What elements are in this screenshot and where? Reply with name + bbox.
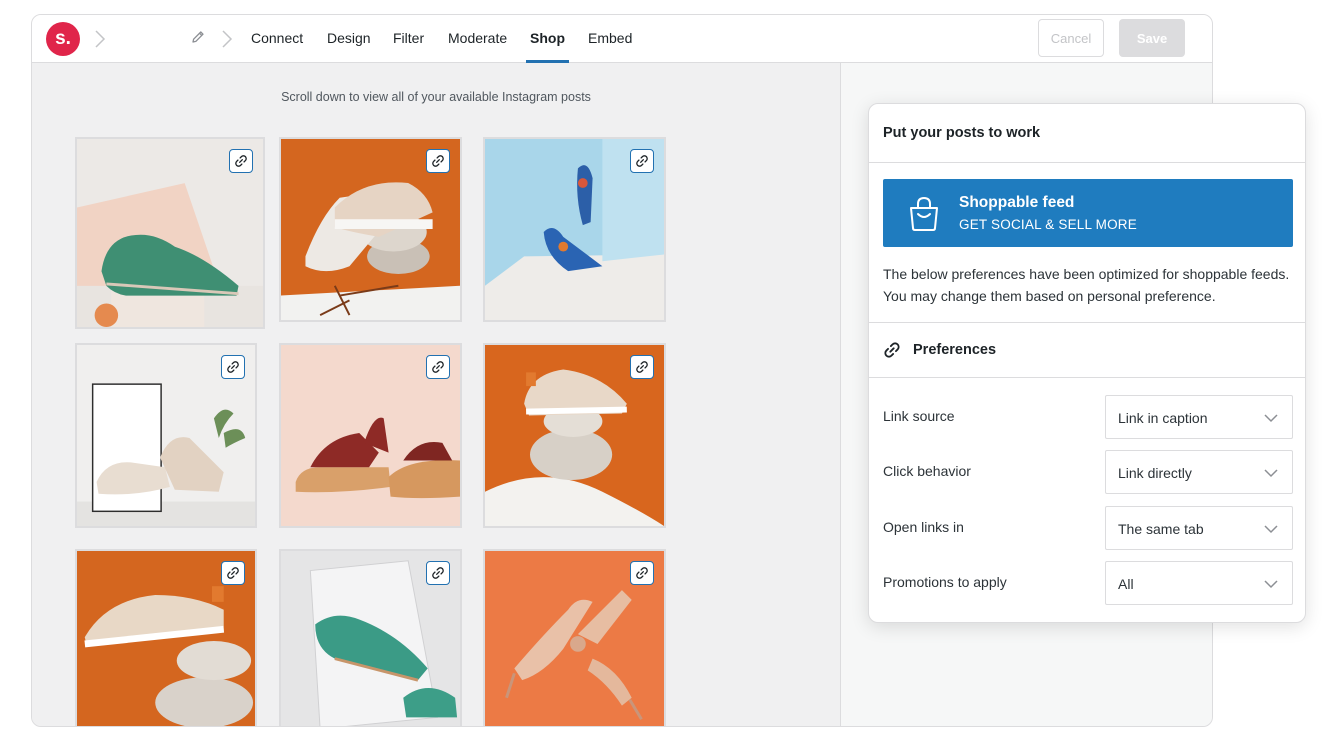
- chevron-down-icon: [1264, 525, 1278, 534]
- instagram-post[interactable]: [279, 549, 462, 726]
- shoppable-feed-subtitle: GET SOCIAL & SELL MORE: [959, 217, 1137, 232]
- instagram-post[interactable]: [483, 549, 666, 726]
- cancel-button[interactable]: Cancel: [1038, 19, 1104, 57]
- instagram-post[interactable]: [279, 137, 462, 322]
- link-icon[interactable]: [630, 149, 654, 173]
- preferences-header: Preferences: [883, 341, 996, 359]
- link-icon[interactable]: [221, 561, 245, 585]
- open-links-label: Open links in: [883, 519, 964, 535]
- shop-settings-panel: Put your posts to work Shoppable feed GE…: [868, 103, 1306, 623]
- scroll-hint: Scroll down to view all of your availabl…: [281, 90, 591, 104]
- click-behavior-value: Link directly: [1118, 465, 1192, 481]
- instagram-post[interactable]: [75, 343, 257, 528]
- preferences-title: Preferences: [913, 342, 997, 358]
- link-icon[interactable]: [630, 561, 654, 585]
- click-behavior-label: Click behavior: [883, 463, 971, 479]
- top-navigation-bar: s. Connect Design Filter Moderate Shop E…: [32, 15, 1212, 63]
- tab-moderate[interactable]: Moderate: [448, 30, 507, 46]
- chevron-down-icon: [1264, 414, 1278, 423]
- instagram-post[interactable]: [75, 137, 265, 329]
- panel-title: Put your posts to work: [883, 125, 1041, 141]
- open-links-select[interactable]: The same tab: [1105, 506, 1293, 550]
- instagram-post[interactable]: [75, 549, 257, 726]
- tab-embed[interactable]: Embed: [588, 30, 632, 46]
- posts-area[interactable]: Scroll down to view all of your availabl…: [32, 63, 840, 726]
- breadcrumb-chevron-icon: [95, 30, 106, 48]
- tab-connect[interactable]: Connect: [251, 30, 303, 46]
- link-icon: [884, 342, 900, 358]
- link-source-label: Link source: [883, 408, 955, 424]
- tab-design[interactable]: Design: [327, 30, 371, 46]
- link-icon[interactable]: [426, 561, 450, 585]
- shoppable-feed-card[interactable]: Shoppable feed GET SOCIAL & SELL MORE: [883, 179, 1293, 247]
- instagram-post[interactable]: [483, 137, 666, 322]
- promotions-value: All: [1118, 576, 1134, 592]
- save-button[interactable]: Save: [1119, 19, 1185, 57]
- link-icon[interactable]: [630, 355, 654, 379]
- tab-filter[interactable]: Filter: [393, 30, 424, 46]
- panel-description: The below preferences have been optimize…: [883, 266, 1290, 304]
- open-links-value: The same tab: [1118, 521, 1204, 537]
- promotions-label: Promotions to apply: [883, 574, 1007, 590]
- breadcrumb-chevron-icon: [222, 30, 233, 48]
- divider: [869, 162, 1305, 163]
- link-icon[interactable]: [229, 149, 253, 173]
- tab-shop[interactable]: Shop: [530, 30, 565, 46]
- pencil-icon[interactable]: [190, 29, 206, 45]
- shopping-bag-icon: [910, 196, 938, 231]
- link-icon[interactable]: [221, 355, 245, 379]
- divider: [869, 377, 1305, 378]
- link-source-select[interactable]: Link in caption: [1105, 395, 1293, 439]
- chevron-down-icon: [1264, 469, 1278, 478]
- shoppable-feed-title: Shoppable feed: [959, 194, 1075, 211]
- link-icon[interactable]: [426, 355, 450, 379]
- instagram-post[interactable]: [279, 343, 462, 528]
- divider: [869, 322, 1305, 323]
- link-icon[interactable]: [426, 149, 450, 173]
- click-behavior-select[interactable]: Link directly: [1105, 450, 1293, 494]
- chevron-down-icon: [1264, 580, 1278, 589]
- link-source-value: Link in caption: [1118, 410, 1208, 426]
- brand-logo[interactable]: s.: [46, 22, 80, 56]
- promotions-select[interactable]: All: [1105, 561, 1293, 605]
- instagram-post[interactable]: [483, 343, 666, 528]
